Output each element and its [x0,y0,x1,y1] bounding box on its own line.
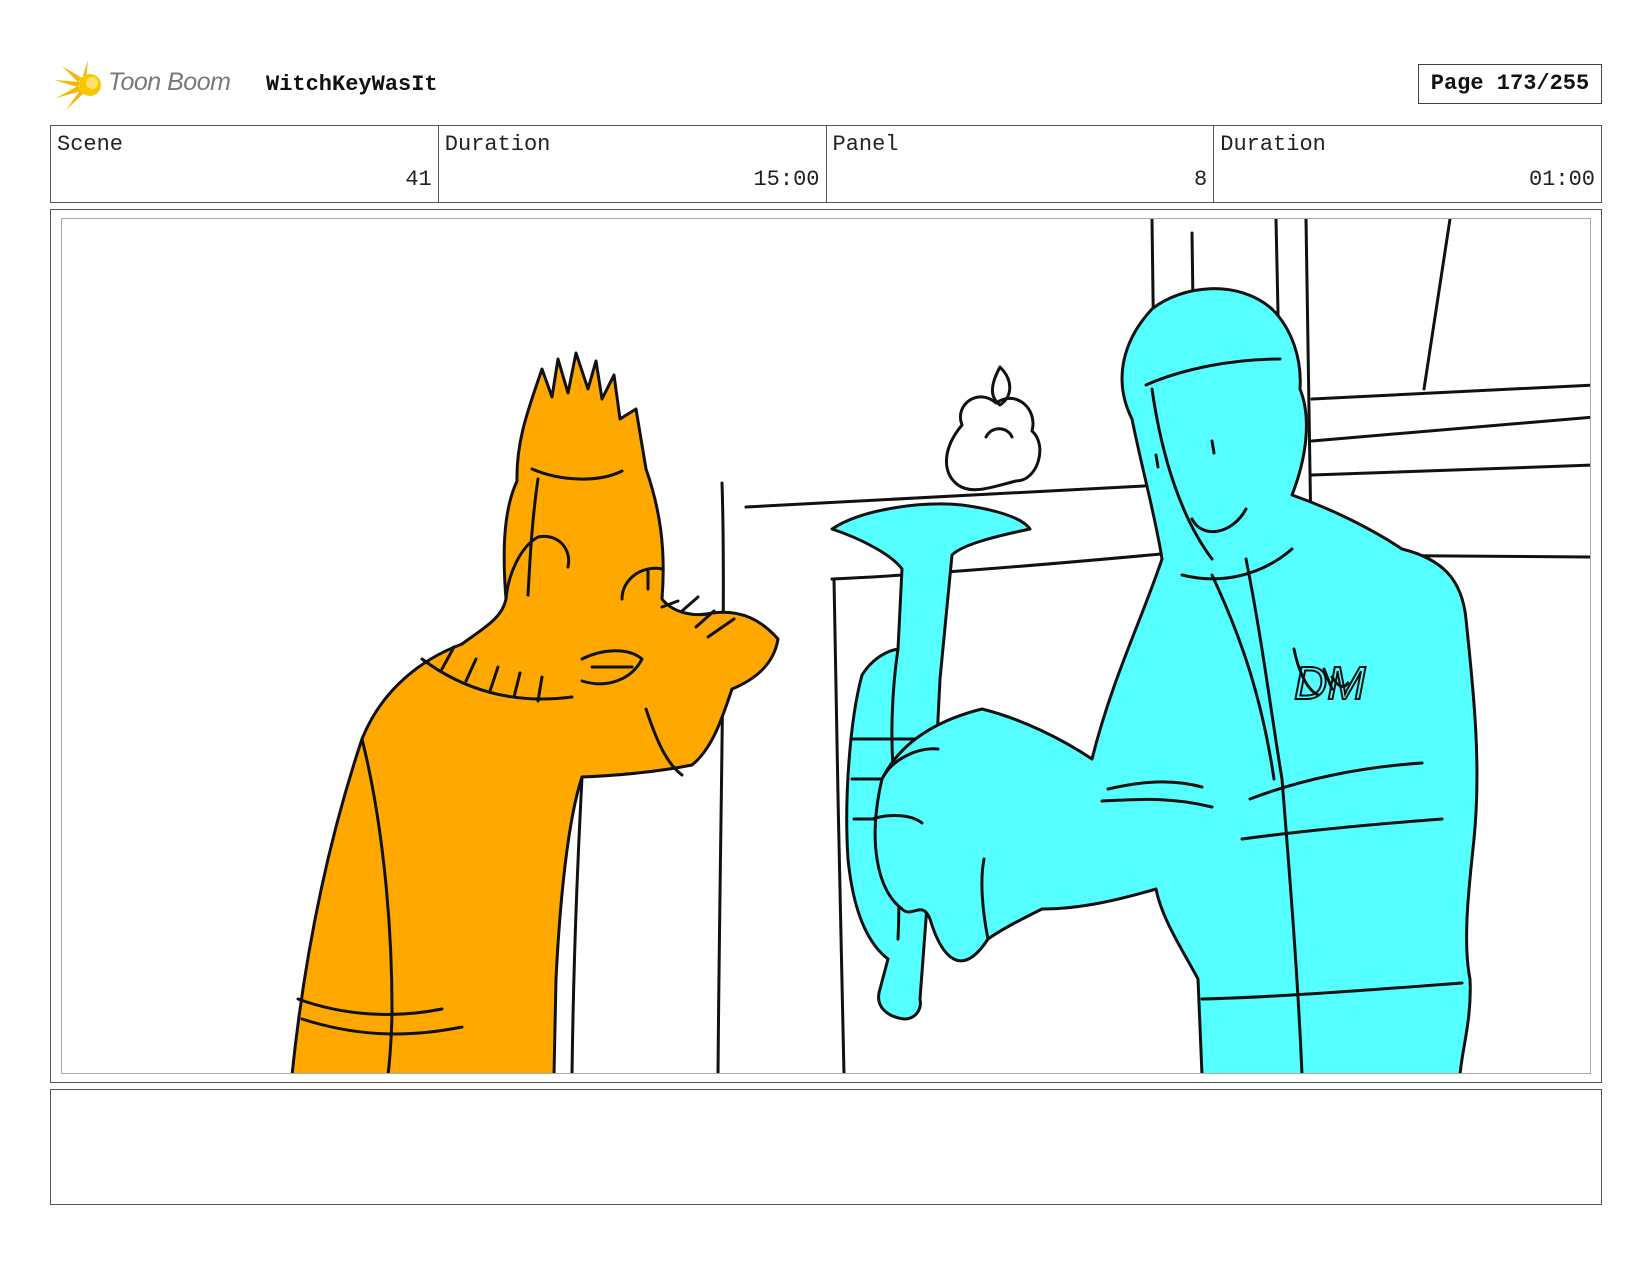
panel-value: 8 [1194,167,1208,192]
logo-wordmark: Toon Boom [108,68,231,96]
toon-boom-logo: Toon Boom [52,58,252,112]
panel-label: Panel [832,132,899,157]
panel-drawing: DM [290,219,1590,1073]
scene-label: Scene [57,132,124,157]
scene-info-table: Scene 41 Duration 15:00 Panel 8 Duration… [50,125,1602,203]
scene-duration-label: Duration [444,132,551,157]
scene-cell: Scene 41 [51,126,439,202]
storyboard-panel-image: DM [61,218,1591,1074]
panel-duration-value: 01:00 [1528,167,1595,192]
left-character [290,351,780,1073]
storyboard-panel-frame: DM [50,209,1602,1083]
panel-duration-cell: Duration 01:00 [1214,126,1601,202]
sweater-logo: DM [1294,657,1366,709]
panel-notes-box [50,1089,1602,1205]
scene-duration-cell: Duration 15:00 [439,126,827,202]
panel-duration-label: Duration [1220,132,1326,157]
scene-value: 41 [405,167,432,192]
project-title: WitchKeyWasIt [266,72,438,97]
scene-duration-value: 15:00 [753,167,820,192]
toon-boom-burst-icon [54,60,101,110]
panel-cell: Panel 8 [827,126,1215,202]
page-number: Page 173/255 [1418,64,1602,104]
smoke-puff-icon [945,365,1042,492]
